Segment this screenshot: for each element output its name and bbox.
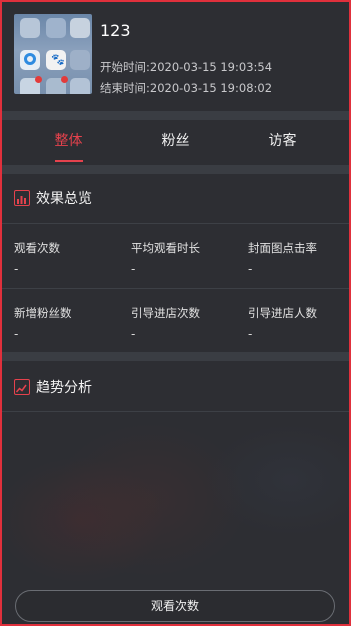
tab-label: 粉丝 bbox=[161, 133, 190, 149]
start-time-label: 开始时间: bbox=[100, 60, 150, 74]
metric-store-visits: 引导进店次数 - bbox=[131, 305, 248, 341]
metric-value: - bbox=[14, 327, 19, 341]
metric-cover-ctr: 封面图点击率 - bbox=[248, 240, 351, 276]
metric-value: - bbox=[248, 262, 253, 276]
app-icon bbox=[70, 78, 90, 94]
divider bbox=[0, 223, 351, 224]
metric-value: - bbox=[131, 262, 136, 276]
trend-section-title: 趋势分析 bbox=[36, 380, 92, 396]
live-header: 🐾 123 开始时间:2020-03-15 19:03:54 结束时间:2020… bbox=[0, 0, 351, 112]
live-data-page: 🐾 123 开始时间:2020-03-15 19:03:54 结束时间:2020… bbox=[0, 0, 351, 626]
metric-new-fans: 新增粉丝数 - bbox=[14, 305, 131, 341]
metric-value: - bbox=[14, 262, 19, 276]
metric-label: 引导进店次数 bbox=[131, 306, 200, 320]
app-icon bbox=[20, 76, 42, 94]
bar-chart-icon bbox=[14, 190, 30, 206]
overview-section-header: 效果总览 bbox=[0, 174, 351, 222]
metric-label: 封面图点击率 bbox=[248, 241, 317, 255]
metric-label: 平均观看时长 bbox=[131, 241, 200, 255]
metric-value: - bbox=[248, 327, 253, 341]
metric-avg-watch-time: 平均观看时长 - bbox=[131, 240, 248, 276]
metric-label: 引导进店人数 bbox=[248, 306, 317, 320]
section-separator bbox=[0, 165, 351, 174]
metric-label: 新增粉丝数 bbox=[14, 306, 72, 320]
end-time-value: 2020-03-15 19:08:02 bbox=[149, 81, 273, 95]
divider bbox=[0, 411, 351, 412]
start-time-row: 开始时间:2020-03-15 19:03:54 bbox=[100, 59, 272, 75]
trend-section-header: 趋势分析 bbox=[0, 363, 351, 411]
tab-label: 整体 bbox=[54, 133, 83, 149]
tab-visitors[interactable]: 访客 bbox=[224, 120, 341, 164]
start-time-value: 2020-03-15 19:03:54 bbox=[149, 60, 273, 74]
overview-section-title: 效果总览 bbox=[36, 191, 92, 207]
metric-label: 观看次数 bbox=[14, 241, 60, 255]
metric-views: 观看次数 - bbox=[14, 240, 131, 276]
divider bbox=[0, 288, 351, 289]
tab-bar: 整体 粉丝 访客 bbox=[0, 120, 351, 166]
live-title: 123 bbox=[100, 21, 131, 40]
browser-app-icon bbox=[20, 50, 40, 70]
metric-store-visitors: 引导进店人数 - bbox=[248, 305, 351, 341]
end-time-row: 结束时间:2020-03-15 19:08:02 bbox=[100, 80, 272, 96]
views-metric-button[interactable]: 观看次数 bbox=[15, 590, 335, 622]
end-time-label: 结束时间: bbox=[100, 81, 150, 95]
app-icon bbox=[70, 18, 90, 38]
section-separator bbox=[0, 111, 351, 120]
tab-fans[interactable]: 粉丝 bbox=[117, 120, 234, 164]
line-chart-icon bbox=[14, 379, 30, 395]
app-icon bbox=[46, 18, 66, 38]
live-cover-thumbnail[interactable]: 🐾 bbox=[14, 14, 92, 94]
app-icon bbox=[20, 18, 40, 38]
baidu-app-icon: 🐾 bbox=[46, 50, 66, 70]
tab-active-indicator bbox=[55, 160, 83, 162]
metric-value: - bbox=[131, 327, 136, 341]
app-icon bbox=[70, 50, 90, 70]
section-separator bbox=[0, 352, 351, 361]
tab-overall[interactable]: 整体 bbox=[10, 120, 127, 164]
tab-label: 访客 bbox=[268, 133, 297, 149]
app-icon bbox=[46, 76, 68, 94]
